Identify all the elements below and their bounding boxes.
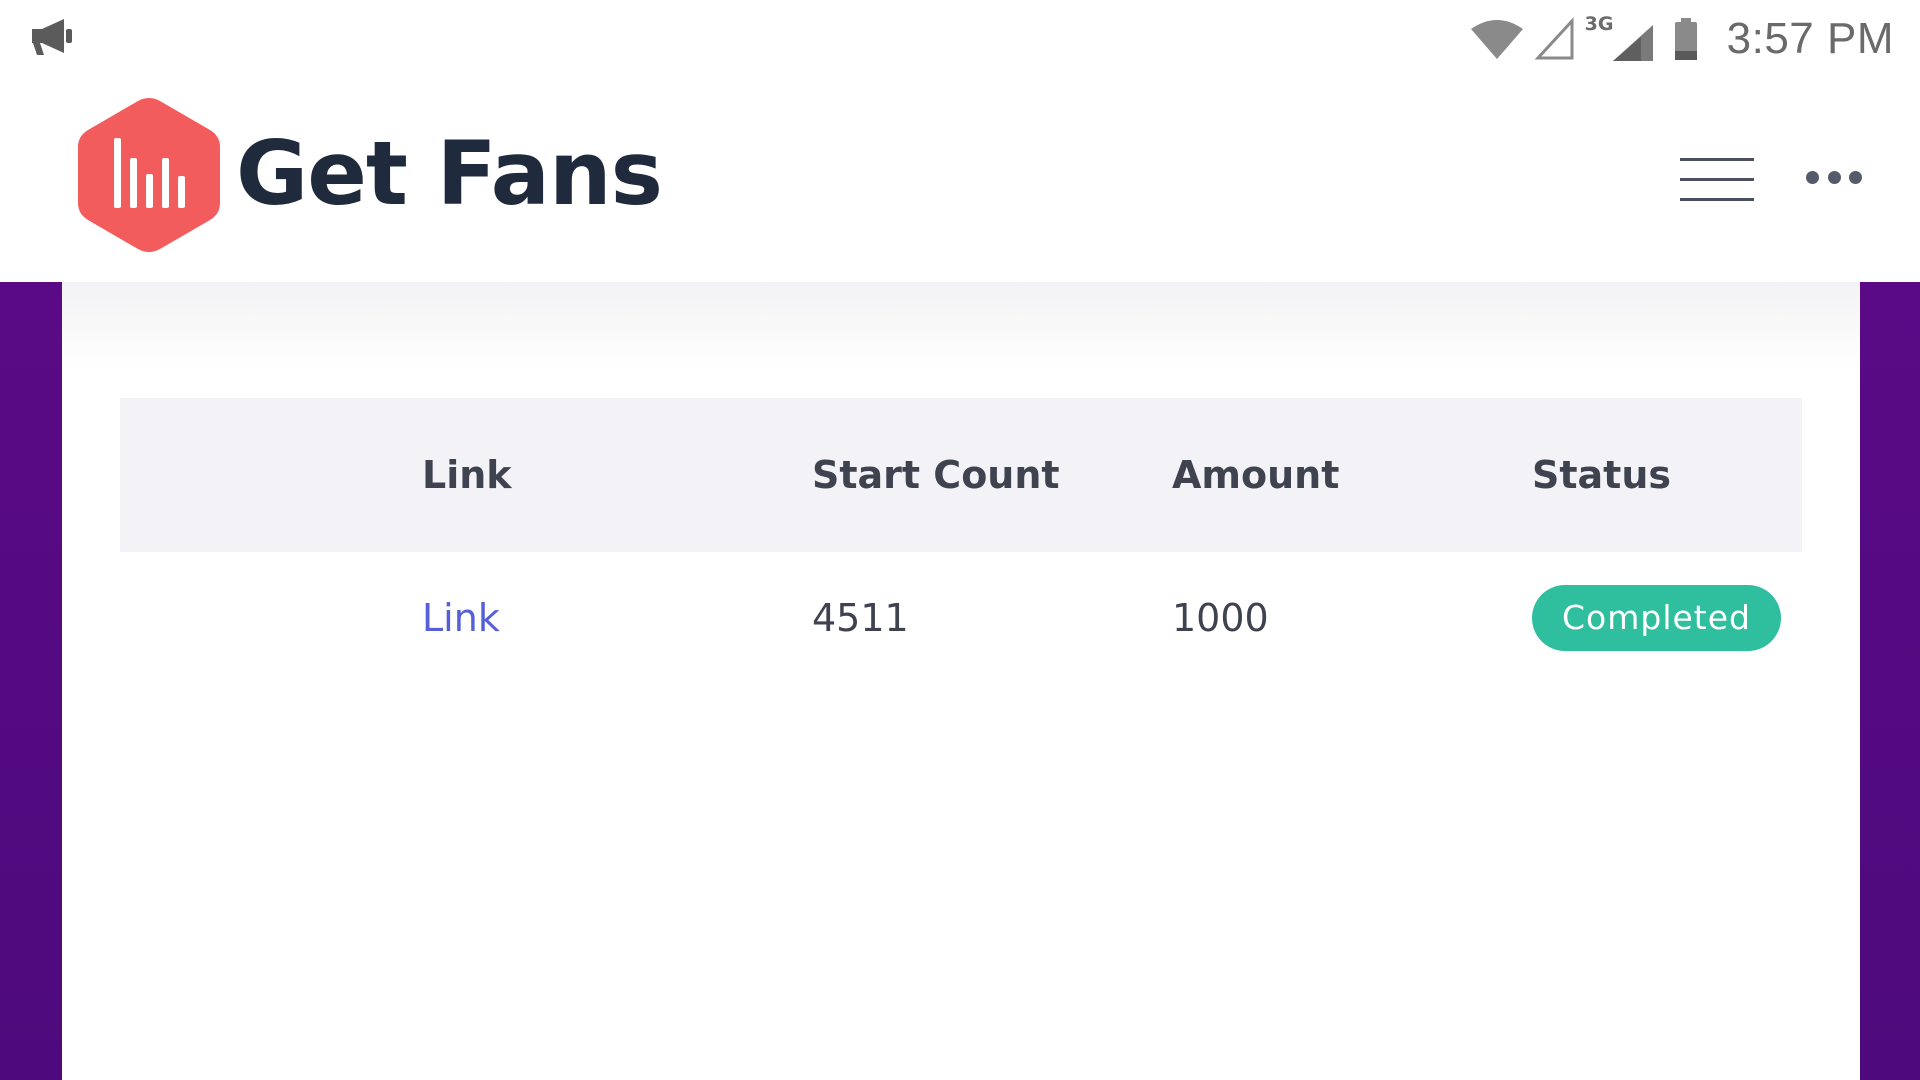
signal-empty-icon (1534, 17, 1574, 60)
hamburger-menu-button[interactable] (1680, 156, 1754, 204)
hamburger-menu-icon (1680, 158, 1754, 161)
table-row: Link 4511 1000 Completed (120, 552, 1802, 684)
bar-chart-hexagon-icon[interactable] (74, 94, 224, 256)
status-badge: Completed (1532, 585, 1781, 651)
megaphone-icon (32, 19, 72, 55)
battery-icon (1674, 18, 1697, 60)
app-name[interactable]: Get Fans (236, 130, 663, 218)
wifi-icon (1470, 20, 1523, 59)
app-header: Get Fans (0, 78, 1920, 282)
clock-time: 3:57 PM (1726, 14, 1894, 63)
column-header-link: Link (422, 453, 512, 497)
column-header-start-count: Start Count (812, 453, 1060, 497)
order-link[interactable]: Link (422, 552, 500, 684)
signal-3g-icon: 3G (1585, 13, 1655, 65)
page-backdrop-right (1860, 282, 1920, 1080)
hamburger-line (1680, 178, 1754, 181)
page-backdrop-left (0, 282, 62, 1080)
column-header-status: Status (1532, 453, 1672, 497)
more-dot (1849, 170, 1862, 184)
hamburger-line (1680, 198, 1754, 201)
start-count-value: 4511 (812, 596, 909, 640)
more-options-icon (1806, 170, 1819, 184)
status-bar: 3G 3:57 PM (0, 0, 1920, 78)
card-top-shade (62, 282, 1860, 372)
orders-card: Link Start Count Amount Status Link 4511… (62, 282, 1860, 1080)
network-type-label: 3G (1584, 13, 1614, 35)
status-icons: 3G 3:57 PM (1469, 8, 1894, 70)
amount-value: 1000 (1172, 596, 1269, 640)
table-header: Link Start Count Amount Status (120, 398, 1802, 552)
column-header-amount: Amount (1172, 453, 1340, 497)
more-dot (1827, 170, 1841, 184)
more-options-button[interactable] (1806, 162, 1862, 192)
